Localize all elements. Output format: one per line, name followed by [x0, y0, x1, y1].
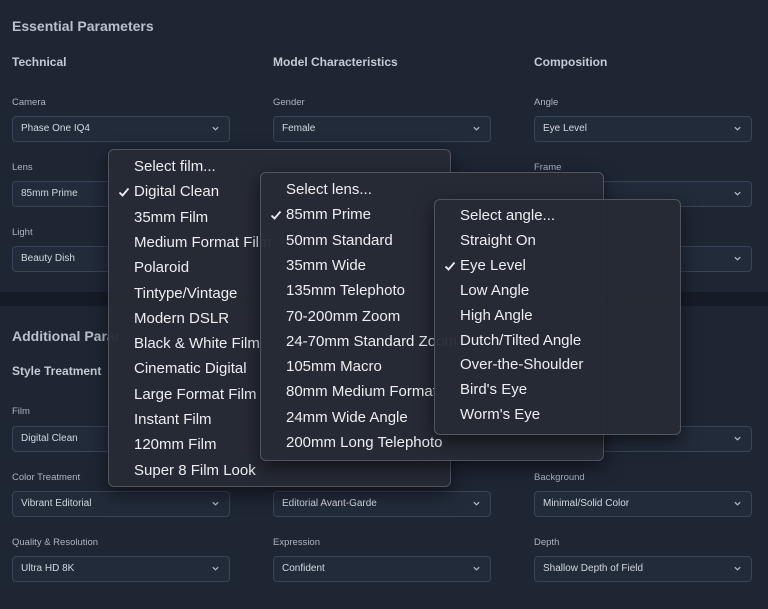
lens-option-label: 50mm Standard	[286, 231, 393, 249]
lens-option-label: Select lens...	[286, 181, 372, 198]
film-option-label: Super 8 Film Look	[134, 461, 256, 479]
film-option-label: Large Format Film	[134, 385, 257, 403]
chevron-down-icon	[212, 126, 219, 131]
chevron-down-icon	[734, 436, 741, 441]
expression-label: Expression	[273, 537, 320, 548]
camera-label: Camera	[12, 97, 46, 108]
depth-label: Depth	[534, 537, 560, 548]
checkmark-icon	[118, 188, 130, 198]
lens-option-label: 35mm Wide	[286, 256, 367, 274]
film-option-label: 35mm Film	[134, 208, 209, 226]
angle-value: Eye Level	[543, 123, 587, 134]
chevron-down-icon	[734, 566, 741, 571]
angle-dropdown-menu: Select angle... Straight On Eye Level Low A…	[434, 199, 681, 435]
chevron-down-icon	[734, 256, 741, 261]
lens-option-label: 200mm Long Telephoto	[286, 434, 443, 451]
chevron-down-icon	[734, 126, 741, 131]
gender-value: Female	[282, 123, 316, 134]
color-treatment-value: Vibrant Editorial	[21, 498, 92, 509]
film-option-label: Black & White Film	[134, 335, 260, 353]
film-option-label: Medium Format Film	[134, 233, 272, 251]
angle-placeholder-option[interactable]: Select angle...	[435, 205, 680, 227]
quality-label: Quality & Resolution	[12, 537, 99, 548]
camera-value: Phase One IQ4	[21, 123, 90, 134]
angle-option-label: Over-the-Shoulder	[460, 356, 584, 374]
angle-option-label: Bird's Eye	[460, 381, 528, 399]
lens-label: Lens	[12, 162, 33, 173]
lens-option-label: 80mm Medium Format	[286, 383, 437, 401]
gender-label: Gender	[273, 97, 305, 108]
light-label: Light	[12, 227, 33, 238]
technical-heading: Technical	[12, 55, 67, 69]
angle-option[interactable]: Over-the-Shoulder	[435, 354, 680, 376]
lens-option-label: 24-70mm Standard Zoom	[286, 332, 457, 350]
chevron-down-icon	[473, 126, 480, 131]
expression-select[interactable]: Confident	[273, 556, 491, 582]
lens-option-label: 135mm Telephoto	[286, 282, 405, 300]
film-label: Film	[12, 406, 30, 417]
lens-option-label: 85mm Prime	[286, 206, 372, 224]
angle-option-label: Select angle...	[460, 207, 556, 224]
quality-select[interactable]: Ultra HD 8K	[12, 556, 230, 582]
quality-value: Ultra HD 8K	[21, 563, 75, 574]
style-select[interactable]: Editorial Avant-Garde	[273, 491, 491, 517]
background-value: Minimal/Solid Color	[543, 498, 630, 509]
background-select[interactable]: Minimal/Solid Color	[534, 491, 752, 517]
angle-option[interactable]: Worm's Eye	[435, 404, 680, 426]
chevron-down-icon	[473, 566, 480, 571]
angle-option[interactable]: Low Angle	[435, 280, 680, 302]
film-option-label: Modern DSLR	[134, 309, 230, 327]
color-treatment-label: Color Treatment	[12, 472, 81, 483]
depth-value: Shallow Depth of Field	[543, 563, 644, 574]
composition-heading: Composition	[534, 55, 608, 69]
film-option-label: Instant Film	[134, 411, 212, 428]
chevron-down-icon	[212, 566, 219, 571]
film-option-label: Tintype/Vintage	[134, 284, 238, 302]
angle-option[interactable]: Dutch/Tilted Angle	[435, 330, 680, 352]
gender-select[interactable]: Female	[273, 116, 491, 142]
chevron-down-icon	[734, 191, 741, 196]
angle-option-label: High Angle	[460, 306, 533, 324]
chevron-down-icon	[473, 501, 480, 506]
film-option-label: Cinematic Digital	[134, 360, 247, 378]
section-title: Essential Parameters	[12, 18, 154, 34]
lens-option-label: 105mm Macro	[286, 358, 382, 376]
model-characteristics-heading: Model Characteristics	[273, 55, 398, 69]
lens-value: 85mm Prime	[21, 188, 78, 199]
film-value: Digital Clean	[21, 433, 78, 444]
film-option-label: Select film...	[134, 158, 216, 175]
film-option-label: Polaroid	[134, 259, 190, 277]
angle-option-label: Low Angle	[460, 281, 530, 299]
angle-option[interactable]: Eye Level	[435, 255, 680, 277]
section-title: Additional Parar	[12, 328, 121, 344]
background-label: Background	[534, 472, 585, 483]
chevron-down-icon	[212, 501, 219, 506]
film-option-label: Digital Clean	[134, 183, 220, 201]
checkmark-icon	[270, 211, 282, 221]
angle-option[interactable]: High Angle	[435, 305, 680, 327]
angle-option[interactable]: Straight On	[435, 230, 680, 252]
angle-option-label: Straight On	[460, 231, 536, 249]
light-value: Beauty Dish	[21, 253, 75, 264]
film-option[interactable]: Super 8 Film Look	[109, 460, 450, 482]
lens-placeholder-option[interactable]: Select lens...	[261, 179, 603, 201]
lens-option-label: 24mm Wide Angle	[286, 408, 408, 426]
film-option-label: 120mm Film	[134, 436, 217, 454]
chevron-down-icon	[734, 501, 741, 506]
angle-label: Angle	[534, 97, 559, 108]
style-value: Editorial Avant-Garde	[282, 498, 377, 509]
expression-value: Confident	[282, 563, 325, 574]
style-treatment-heading: Style Treatment	[12, 364, 102, 378]
angle-option-label: Worm's Eye	[460, 406, 541, 424]
depth-select[interactable]: Shallow Depth of Field	[534, 556, 752, 582]
angle-select[interactable]: Eye Level	[534, 116, 752, 142]
lens-option-label: 70-200mm Zoom	[286, 307, 401, 325]
angle-option-label: Dutch/Tilted Angle	[460, 331, 582, 349]
camera-select[interactable]: Phase One IQ4	[12, 116, 230, 142]
color-treatment-select[interactable]: Vibrant Editorial	[12, 491, 230, 517]
checkmark-icon	[444, 261, 456, 271]
lens-option[interactable]: 200mm Long Telephoto	[261, 432, 603, 454]
angle-option[interactable]: Bird's Eye	[435, 379, 680, 401]
angle-option-label: Eye Level	[460, 256, 526, 274]
